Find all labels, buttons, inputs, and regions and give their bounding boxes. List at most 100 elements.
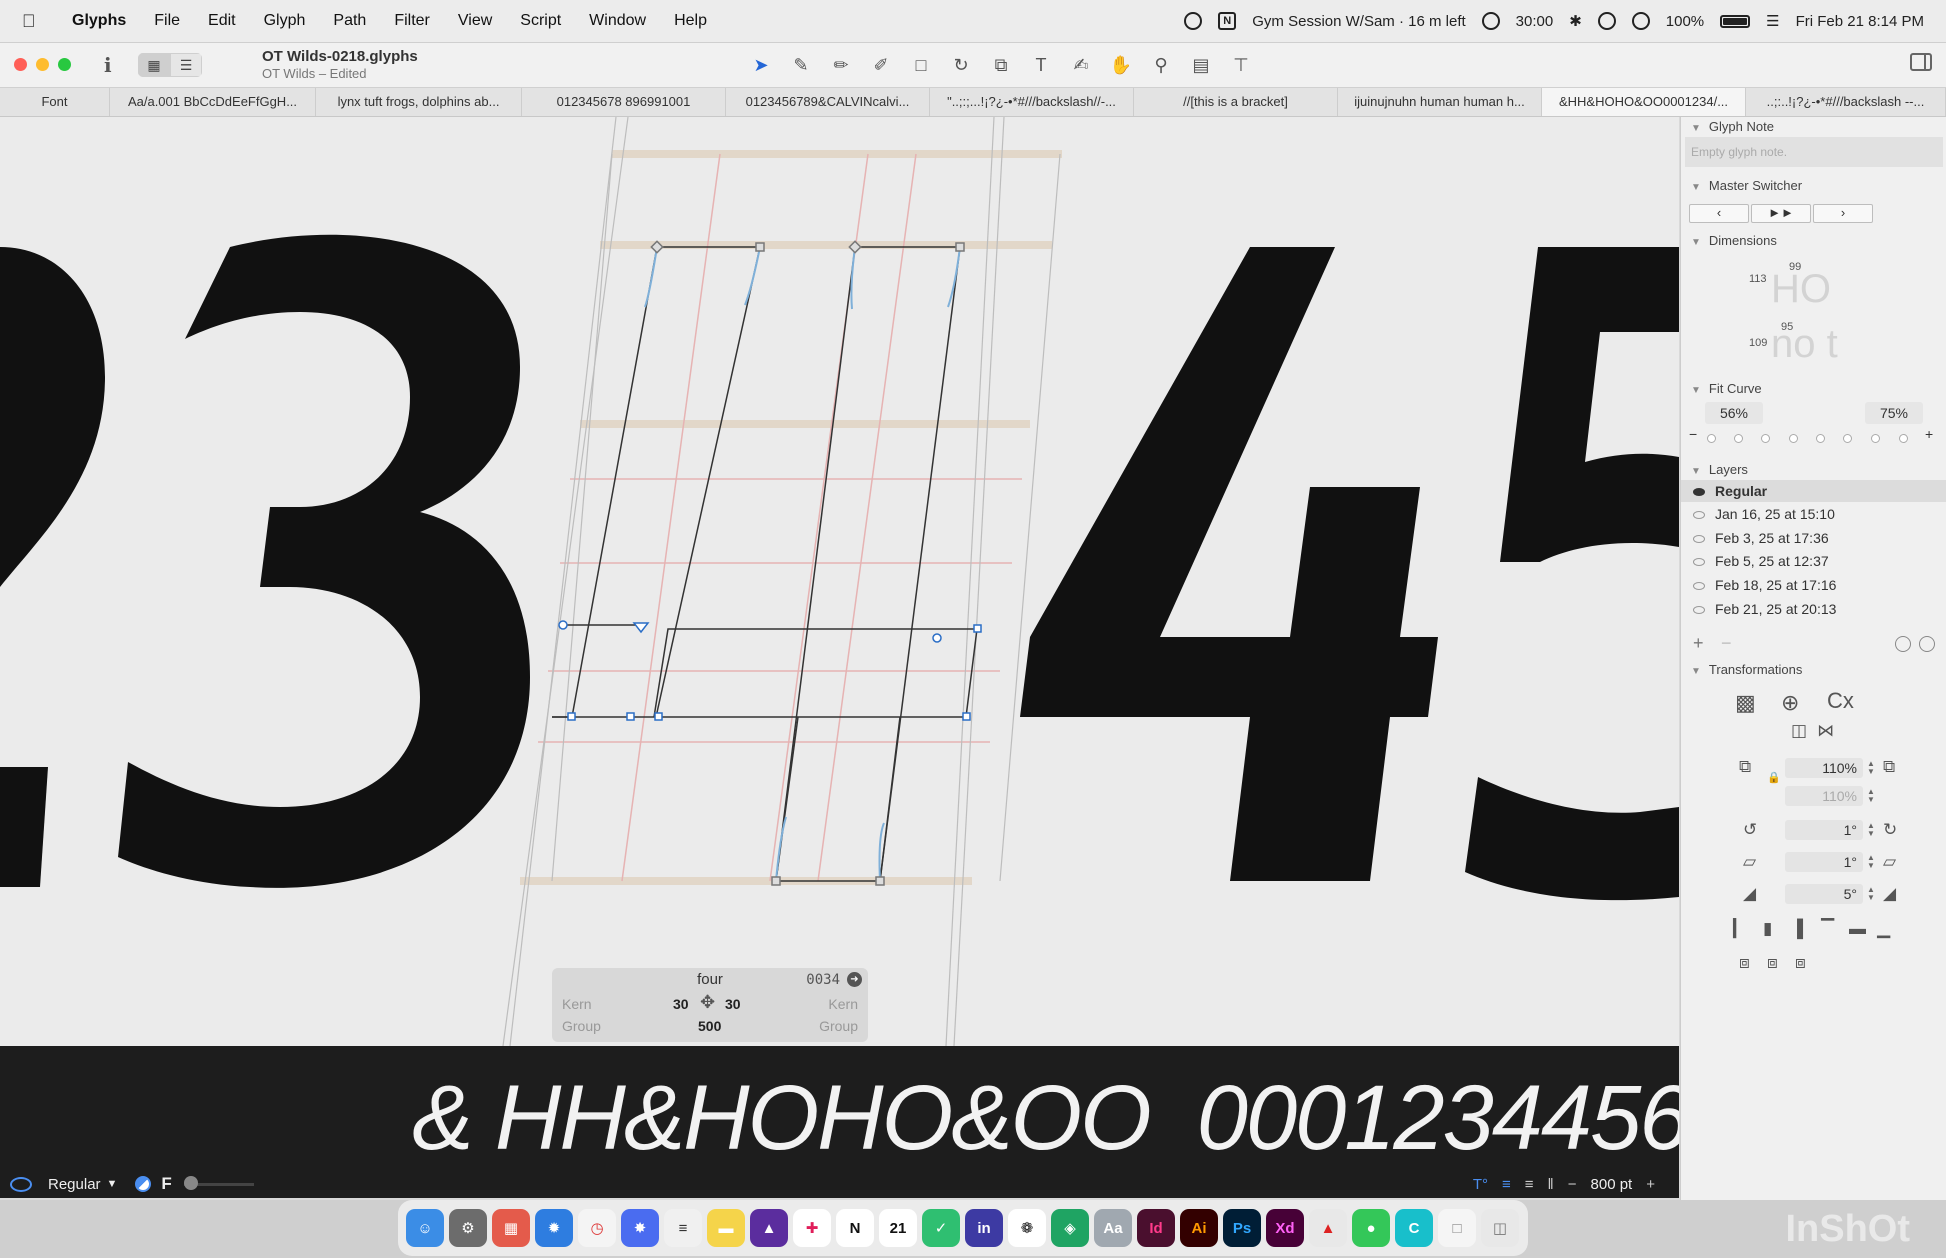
- dim-cap-stem[interactable]: 113: [1749, 273, 1767, 285]
- document-icon[interactable]: □: [1438, 1209, 1476, 1247]
- color-icon[interactable]: [135, 1176, 152, 1192]
- safari-icon[interactable]: ✹: [535, 1209, 573, 1247]
- layer-eye-icon[interactable]: [1693, 511, 1705, 520]
- notes-icon[interactable]: ▬: [707, 1209, 745, 1247]
- tab-punctuation[interactable]: "..;:;...!¡?¿-•*#///backslash//-...: [930, 88, 1134, 116]
- slack-icon[interactable]: ✚: [793, 1209, 831, 1247]
- section-layers[interactable]: ▼ Layers: [1691, 462, 1748, 477]
- dim-x-height[interactable]: 95: [1781, 321, 1793, 333]
- collapse-icon[interactable]: ▼: [1691, 385, 1701, 396]
- menu-view[interactable]: View: [444, 12, 506, 30]
- fit-curve-min[interactable]: 56%: [1705, 402, 1763, 424]
- battery-icon[interactable]: [1720, 14, 1751, 28]
- subtract-icon[interactable]: ⧈: [1767, 953, 1778, 973]
- collapse-icon[interactable]: ▼: [1691, 666, 1701, 677]
- skew-input[interactable]: 5°: [1785, 884, 1863, 904]
- lock-icon[interactable]: 🔒: [1767, 771, 1781, 784]
- slider-knob[interactable]: [183, 1175, 198, 1190]
- minus-icon[interactable]: −: [1689, 426, 1697, 442]
- intersect-icon[interactable]: ⧈: [1795, 953, 1806, 973]
- align-left-icon[interactable]: ≡: [1502, 1176, 1511, 1193]
- chevron-down-icon[interactable]: ▼: [107, 1178, 118, 1190]
- info-icon[interactable]: i: [104, 53, 112, 77]
- affinity-icon[interactable]: ▲: [750, 1209, 788, 1247]
- text-options-icon[interactable]: T°: [1473, 1176, 1488, 1193]
- kern-link-icon[interactable]: ✥: [700, 992, 715, 1013]
- unicode-arrow-icon[interactable]: ➜: [847, 972, 862, 987]
- zoom-window-button[interactable]: [58, 58, 71, 71]
- fit-curve-slider[interactable]: − +: [1689, 426, 1939, 444]
- fit-dot[interactable]: [1871, 434, 1880, 443]
- collapse-icon[interactable]: ▼: [1691, 182, 1701, 193]
- notion-app-icon[interactable]: N: [836, 1209, 874, 1247]
- zoom-tool-icon[interactable]: ⚲: [1148, 52, 1174, 78]
- font-book-icon[interactable]: Aa: [1094, 1209, 1132, 1247]
- align-left-edge-icon[interactable]: ▎: [1733, 919, 1746, 939]
- layer-row[interactable]: Feb 5, 25 at 12:37: [1681, 550, 1946, 572]
- layer-eye-icon[interactable]: [1693, 488, 1705, 497]
- notion-icon[interactable]: N: [1218, 12, 1237, 30]
- launchpad-icon[interactable]: ▦: [492, 1209, 530, 1247]
- brush-tool-icon[interactable]: ✐: [868, 52, 894, 78]
- layer-row[interactable]: Feb 18, 25 at 17:16: [1681, 574, 1946, 596]
- acrobat-icon[interactable]: ▲: [1309, 1209, 1347, 1247]
- bluetooth-icon[interactable]: ✱: [1569, 12, 1582, 30]
- align-h-center-icon[interactable]: ▮: [1763, 919, 1772, 939]
- layer-row[interactable]: Regular: [1681, 480, 1946, 502]
- measure-tool-icon[interactable]: ▤: [1188, 52, 1214, 78]
- illustrator-icon[interactable]: Ai: [1180, 1209, 1218, 1247]
- text-tool-icon[interactable]: T: [1028, 52, 1054, 78]
- fit-dot[interactable]: [1761, 434, 1770, 443]
- align-top-edge-icon[interactable]: ▔: [1821, 919, 1834, 939]
- align-v-center-icon[interactable]: ▬: [1849, 919, 1866, 939]
- layer-row[interactable]: Feb 3, 25 at 17:36: [1681, 527, 1946, 549]
- add-layer-icon[interactable]: +: [1693, 633, 1704, 654]
- messages-icon[interactable]: ●: [1352, 1209, 1390, 1247]
- canva-icon[interactable]: C: [1395, 1209, 1433, 1247]
- align-right-icon[interactable]: ≡: [1525, 1176, 1534, 1193]
- glyph-canvas-svg[interactable]: [0, 117, 1679, 1046]
- menu-path[interactable]: Path: [319, 12, 380, 30]
- section-dimensions[interactable]: ▼ Dimensions: [1691, 233, 1777, 248]
- fit-dot[interactable]: [1899, 434, 1908, 443]
- dim-cap-height[interactable]: 99: [1789, 261, 1801, 273]
- control-center-icon[interactable]: ☰: [1766, 12, 1779, 30]
- layer-filter-icon[interactable]: [1895, 636, 1911, 652]
- slant-left-icon[interactable]: ▱: [1743, 852, 1756, 872]
- fit-dot[interactable]: [1789, 434, 1798, 443]
- zoom-out-icon[interactable]: −: [1568, 1176, 1577, 1193]
- section-fit-curve[interactable]: ▼ Fit Curve: [1691, 381, 1762, 396]
- tab-lynx[interactable]: lynx tuft frogs, dolphins ab...: [316, 88, 522, 116]
- menu-script[interactable]: Script: [506, 12, 575, 30]
- scale-x-stepper[interactable]: ▲ ▼: [1867, 760, 1875, 776]
- scale-down-icon[interactable]: ⧉: [1739, 757, 1751, 777]
- sidebar-toggle-icon[interactable]: [1910, 53, 1932, 71]
- tab-hh-active[interactable]: &HH&HOHO&OO0001234/...: [1542, 88, 1746, 116]
- pencil-tool-icon[interactable]: ✏: [828, 52, 854, 78]
- tab-aa[interactable]: Aa/a.001 BbCcDdEeFfGgH...: [110, 88, 316, 116]
- list-view-icon[interactable]: ☰: [170, 53, 202, 77]
- calendar-icon[interactable]: 21: [879, 1209, 917, 1247]
- preview-layer-select[interactable]: Regular: [48, 1176, 101, 1193]
- right-kern-value[interactable]: 30: [725, 996, 741, 1012]
- layer-options-icon[interactable]: [1919, 636, 1935, 652]
- skew-left-icon[interactable]: ◢: [1743, 884, 1756, 904]
- fill-icon[interactable]: F: [161, 1174, 171, 1194]
- chatgpt-icon[interactable]: ❁: [1008, 1209, 1046, 1247]
- fit-dot[interactable]: [1843, 434, 1852, 443]
- text-cursor-tool-icon[interactable]: ⊤: [1228, 52, 1254, 78]
- tab-bracket[interactable]: //[this is a bracket]: [1134, 88, 1338, 116]
- transform-origin-box-icon[interactable]: ▩: [1735, 690, 1756, 716]
- timer-icon[interactable]: [1481, 12, 1500, 30]
- glyph-width-value[interactable]: 500: [698, 1018, 721, 1034]
- scale-y-stepper[interactable]: ▲ ▼: [1867, 788, 1875, 804]
- fit-dot[interactable]: [1816, 434, 1825, 443]
- evernote-icon[interactable]: ◈: [1051, 1209, 1089, 1247]
- hand-tool-icon[interactable]: ✋: [1108, 52, 1134, 78]
- glyph-note-field[interactable]: Empty glyph note.: [1685, 137, 1943, 167]
- transform-origin-center-icon[interactable]: ⊕: [1781, 690, 1799, 716]
- align-right-edge-icon[interactable]: ▐: [1791, 919, 1803, 939]
- collapse-icon[interactable]: ▼: [1691, 123, 1701, 134]
- clock[interactable]: Fri Feb 21 8:14 PM: [1796, 13, 1924, 30]
- group-left-label[interactable]: Group: [562, 1018, 601, 1034]
